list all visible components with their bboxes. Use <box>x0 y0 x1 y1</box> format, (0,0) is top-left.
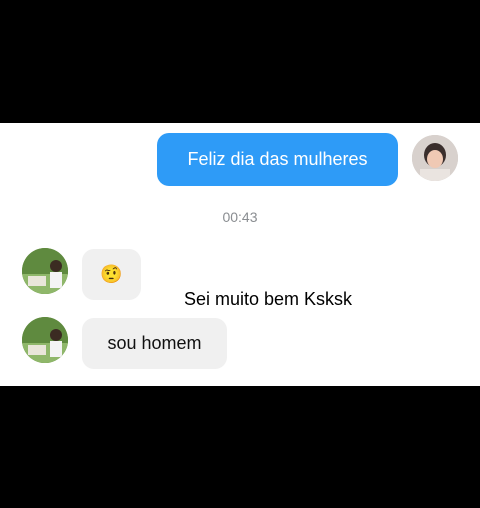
outgoing-message-text: Feliz dia das mulheres <box>187 149 368 169</box>
contact-avatar[interactable] <box>22 317 68 363</box>
person-photo-icon <box>412 135 458 181</box>
contact-avatar[interactable] <box>22 248 68 294</box>
incoming-emoji-bubble[interactable]: 🤨 <box>82 249 141 300</box>
chat-screen: Feliz dia das mulheres 00:43 🤨 Sei muito… <box>0 123 480 386</box>
raised-eyebrow-emoji: 🤨 <box>100 264 123 284</box>
person-photo-icon <box>22 317 68 363</box>
overlay-caption: Sei muito bem Ksksk <box>184 289 353 309</box>
my-avatar[interactable] <box>412 135 458 181</box>
incoming-message-bubble[interactable]: sou homem <box>82 318 227 369</box>
outgoing-message-bubble[interactable]: Feliz dia das mulheres <box>157 133 398 186</box>
person-photo-icon <box>22 248 68 294</box>
incoming-message-text: sou homem <box>107 333 202 353</box>
message-timestamp: 00:43 <box>222 209 258 225</box>
